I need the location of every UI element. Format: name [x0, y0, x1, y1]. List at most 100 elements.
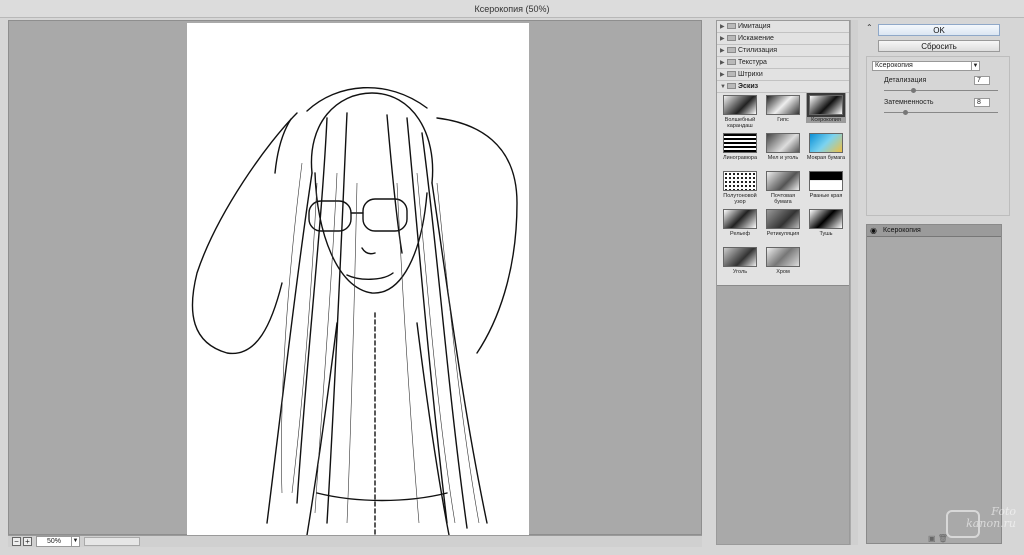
filter-thumb-relief[interactable]: Рельеф	[720, 209, 760, 237]
folder-icon	[727, 59, 736, 65]
zoom-in-button[interactable]: +	[23, 537, 32, 546]
folder-icon	[727, 23, 736, 29]
thumbnail-image	[766, 247, 800, 267]
status-bar: − + 50% ▼	[8, 535, 702, 547]
darkness-label: Затемненность	[884, 99, 934, 106]
category-label: Эскиз	[738, 83, 759, 90]
filter-thumb-halftone[interactable]: Полутоновой узор	[720, 171, 760, 205]
filter-thumb-plaster[interactable]: Гипс	[763, 95, 803, 123]
thumbnail-image	[809, 133, 843, 153]
thumbnail-image	[723, 95, 757, 115]
zoom-select[interactable]: 50% ▼	[36, 536, 80, 547]
thumbnail-image	[723, 133, 757, 153]
category-texture[interactable]: ▶ Текстура	[717, 57, 849, 69]
filter-thumb-note-paper[interactable]: Мокрая бумага	[806, 133, 846, 161]
category-label: Штрихи	[738, 71, 763, 78]
detail-label: Детализация	[884, 77, 927, 84]
category-stylize[interactable]: ▶ Стилизация	[717, 45, 849, 57]
collapse-arrow-icon: ▼	[720, 84, 726, 90]
thumbnail-image	[809, 209, 843, 229]
filter-label: Волшебный карандаш	[724, 117, 756, 129]
category-label: Стилизация	[738, 47, 777, 54]
category-strokes[interactable]: ▶ Штрихи	[717, 69, 849, 81]
effect-layer-row[interactable]: ◉ Ксерокопия	[867, 225, 1001, 237]
category-sketch[interactable]: ▼ Эскиз	[717, 81, 849, 93]
filter-thumb-chalk-charcoal[interactable]: Мел и уголь	[763, 133, 803, 161]
camera-icon	[946, 510, 980, 538]
expand-arrow-icon: ▶	[720, 48, 725, 54]
darkness-slider-track[interactable]	[884, 110, 998, 115]
filter-select[interactable]: Ксерокопия ▼	[872, 61, 980, 71]
filter-label: Рельеф	[730, 231, 750, 237]
filter-label: Хром	[776, 269, 790, 275]
filter-thumbnails: Волшебный карандаш Гипс Ксерокопия Линог…	[717, 93, 849, 295]
filter-thumb-torn-edges[interactable]: Рваные края	[806, 171, 846, 199]
ok-button[interactable]: OK	[878, 24, 1000, 36]
filter-label: Тушь	[819, 231, 833, 237]
thumbnail-image	[766, 171, 800, 191]
filter-thumb-photocopy[interactable]: Ксерокопия	[806, 93, 846, 123]
filter-label: Гипс	[777, 117, 789, 123]
expand-arrow-icon: ▶	[720, 60, 725, 66]
zoom-out-button[interactable]: −	[12, 537, 21, 546]
thumbnail-image	[809, 171, 843, 191]
filter-thumb-ink[interactable]: Тушь	[806, 209, 846, 237]
horizontal-scrollbar[interactable]	[84, 537, 140, 546]
filter-thumb-graphic-pen[interactable]: Волшебный карандаш	[720, 95, 760, 129]
filter-thumb-chrome[interactable]: Хром	[763, 247, 803, 275]
filter-label: Полутоновой узор	[723, 193, 757, 205]
filter-thumb-charcoal[interactable]: Уголь	[720, 247, 760, 275]
darkness-input[interactable]: 8	[974, 98, 990, 107]
filter-gallery: ▶ Имитация ▶ Искажение ▶ Стилизация ▶ Тексту…	[716, 20, 850, 545]
filter-thumb-stamp[interactable]: Почтовая бумага	[763, 171, 803, 205]
eye-icon[interactable]: ◉	[870, 227, 877, 235]
folder-icon	[727, 71, 736, 77]
category-label: Имитация	[738, 23, 771, 30]
collapse-gallery-icon[interactable]: ⌃	[866, 23, 873, 32]
filter-label: Ретикуляция	[766, 231, 800, 237]
category-distortion[interactable]: ▶ Искажение	[717, 33, 849, 45]
detail-input[interactable]: 7	[974, 76, 990, 85]
category-label: Текстура	[738, 59, 767, 66]
effect-layers-list: ◉ Ксерокопия	[866, 224, 1002, 544]
filter-label: Уголь	[732, 269, 748, 275]
reset-button[interactable]: Сбросить	[878, 40, 1000, 52]
category-label: Искажение	[738, 35, 774, 42]
zoom-value: 50%	[47, 538, 62, 545]
filter-label: Рваные края	[809, 193, 843, 199]
thumbnail-image	[807, 93, 845, 117]
category-list: ▶ Имитация ▶ Искажение ▶ Стилизация ▶ Тексту…	[717, 21, 849, 93]
filter-select-value: Ксерокопия	[875, 62, 913, 69]
filter-thumb-linocut[interactable]: Линогравюра	[720, 133, 760, 161]
thumbnail-image	[723, 247, 757, 267]
filter-label: Почтовая бумага	[770, 193, 796, 205]
settings-panel: ⌃ OK Сбросить Ксерокопия ▼ Детализация 7…	[862, 20, 1016, 548]
chevron-down-icon: ▼	[71, 537, 79, 546]
new-layer-icon[interactable]: ▣	[928, 534, 936, 543]
gallery-scrollbar[interactable]	[850, 20, 858, 545]
gallery-empty-area	[717, 285, 849, 544]
folder-icon	[727, 47, 736, 53]
chevron-down-icon: ▼	[971, 62, 979, 70]
effect-layer-label: Ксерокопия	[883, 227, 921, 234]
folder-icon	[727, 35, 736, 41]
thumbnail-image	[766, 133, 800, 153]
filter-thumb-reticulation[interactable]: Ретикуляция	[763, 209, 803, 237]
filter-label: Мел и уголь	[767, 155, 799, 161]
sketch-image	[191, 87, 518, 535]
category-imitation[interactable]: ▶ Имитация	[717, 21, 849, 33]
darkness-slider-knob[interactable]	[902, 110, 908, 115]
folder-icon	[727, 83, 736, 89]
filter-label: Ксерокопия	[811, 117, 841, 123]
preview-canvas[interactable]	[187, 23, 529, 535]
preview-area[interactable]	[8, 20, 702, 535]
expand-arrow-icon: ▶	[720, 72, 725, 78]
watermark-logo: Foto kanon.ru	[944, 506, 1016, 548]
window-title: Ксерокопия (50%)	[0, 0, 1024, 18]
thumbnail-image	[723, 209, 757, 229]
thumbnail-image	[723, 171, 757, 191]
thumbnail-image	[766, 209, 800, 229]
detail-slider-track[interactable]	[884, 88, 998, 93]
thumbnail-image	[766, 95, 800, 115]
filter-label: Линогравюра	[722, 155, 758, 161]
